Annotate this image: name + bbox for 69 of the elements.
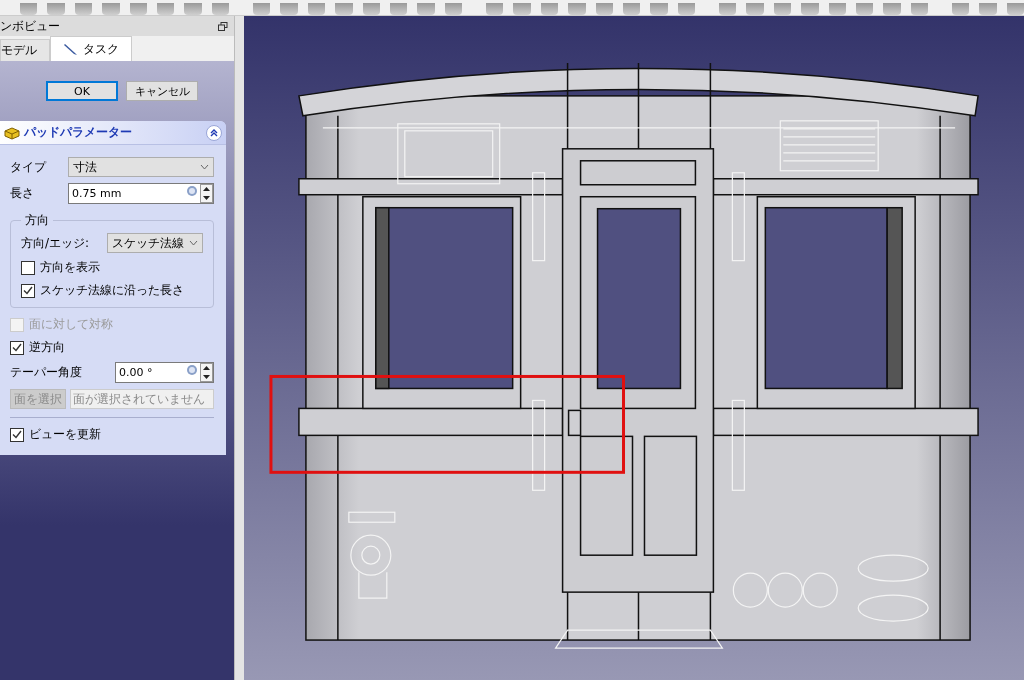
checkmark-icon	[23, 286, 33, 295]
tab[interactable]: タスク	[50, 36, 132, 61]
toolbar-icon[interactable]	[568, 3, 586, 15]
tab[interactable]: モデル	[0, 39, 50, 61]
toolbar-icon[interactable]	[444, 3, 462, 15]
toolbar-icon[interactable]	[307, 3, 326, 15]
toolbar-icon[interactable]	[362, 3, 380, 15]
field-label: テーパー角度	[10, 364, 83, 381]
toolbar-icon[interactable]	[20, 3, 38, 15]
toolbar-icon[interactable]	[801, 3, 819, 15]
toolbar-icon[interactable]	[595, 3, 613, 15]
checkbox[interactable]: ビューを更新	[10, 426, 214, 443]
checkbox[interactable]: 逆方向	[10, 339, 214, 356]
chevron-down-icon	[200, 164, 209, 170]
double-chevron-icon	[210, 128, 218, 137]
type-dropdown[interactable]: 寸法	[68, 157, 214, 177]
toolbar-icon[interactable]	[855, 3, 874, 15]
expression-icon	[186, 185, 198, 197]
toolbar-icon[interactable]	[979, 3, 997, 15]
toolbar-icon[interactable]	[952, 3, 970, 15]
toolbar-icon[interactable]	[828, 3, 846, 15]
toolbar-icon[interactable]	[540, 3, 559, 15]
toolbar-icon[interactable]	[417, 3, 435, 15]
checkmark-icon	[12, 343, 22, 352]
toolbar-icon[interactable]	[102, 3, 120, 15]
dialog-button[interactable]: OK	[46, 81, 118, 101]
dialog-button[interactable]: キャンセル	[126, 81, 198, 101]
field-label: 方向/エッジ:	[21, 234, 91, 252]
toolbar-icon[interactable]	[486, 3, 504, 15]
toolbar-icon[interactable]	[746, 3, 764, 15]
group-title: 方向	[24, 212, 50, 229]
spin-arrows-icon[interactable]	[200, 184, 213, 203]
toolbar-icon[interactable]	[1006, 3, 1024, 15]
toolbar-icon[interactable]	[74, 3, 93, 15]
collapse-button[interactable]	[206, 124, 222, 141]
toolbar-icon[interactable]	[773, 3, 792, 15]
toolbar-icon[interactable]	[335, 3, 353, 15]
pad-icon	[4, 125, 20, 140]
direction-dropdown[interactable]: スケッチ法線	[107, 233, 203, 253]
toolbar-icon[interactable]	[47, 3, 65, 15]
field-label: 長さ	[10, 185, 35, 202]
spin-arrows-icon[interactable]	[200, 363, 213, 382]
field-label: タイプ	[10, 158, 48, 176]
checkmark-icon	[12, 430, 22, 439]
pencil-icon	[63, 42, 79, 56]
toolbar-icon[interactable]	[253, 3, 271, 15]
panel-title: ンボビュー	[0, 17, 60, 35]
toolbar-icon[interactable]	[622, 3, 641, 15]
panel-heading: パッドパラメーター	[24, 124, 133, 141]
toolbar-icon[interactable]	[389, 3, 408, 15]
checkbox[interactable]: 方向を表示	[21, 259, 203, 276]
toolbar-icon[interactable]	[650, 3, 668, 15]
taper-angle-field[interactable]: 0.00 °	[115, 362, 214, 383]
checkbox[interactable]: スケッチ法線に沿った長さ	[21, 282, 203, 299]
chevron-down-icon	[189, 240, 198, 246]
toolbar-icon[interactable]	[184, 3, 202, 15]
toolbar-icon[interactable]	[280, 3, 298, 15]
toolbar-icon[interactable]	[910, 3, 928, 15]
toolbar-icon[interactable]	[677, 3, 695, 15]
toolbar-icon[interactable]	[156, 3, 175, 15]
toolbar-icon[interactable]	[211, 3, 229, 15]
toolbar-icon[interactable]	[129, 3, 147, 15]
3d-viewport[interactable]	[244, 16, 1024, 680]
expression-icon	[186, 364, 198, 376]
length-field[interactable]: 0.75 mm	[68, 183, 214, 204]
toolbar-icon[interactable]	[513, 3, 531, 15]
undock-icon[interactable]	[218, 21, 228, 31]
toolbar-icon[interactable]	[719, 3, 737, 15]
toolbar-icon[interactable]	[883, 3, 901, 15]
